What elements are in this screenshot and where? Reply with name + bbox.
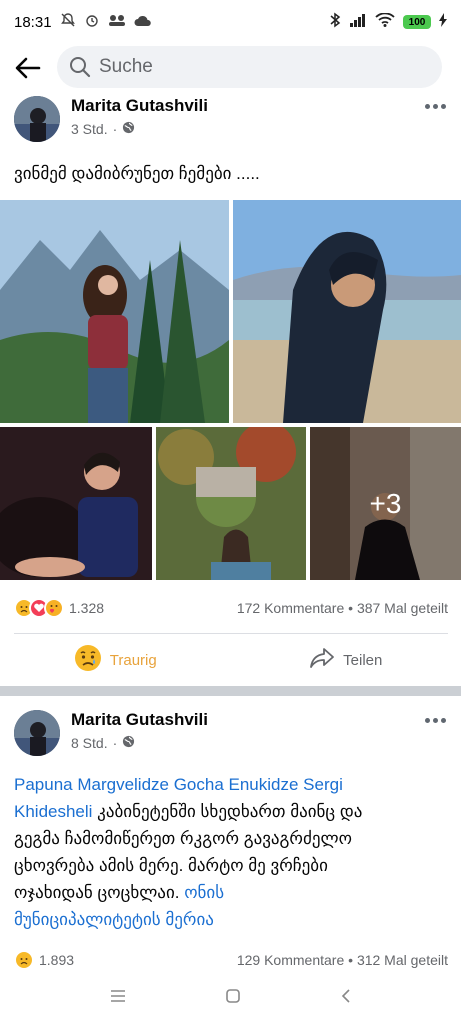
alarm-icon	[84, 12, 100, 32]
sad-reaction-icon	[14, 950, 34, 970]
post-text-line: გეგმა ჩამომიწერეთ რკგორ გავაგრძელო	[14, 829, 352, 848]
post-author[interactable]: Marita Gutashvili	[71, 710, 208, 730]
comments-count[interactable]: 172 Kommentare	[237, 600, 344, 616]
post-text: Papuna Margvelidze Gocha Enukidze Sergi …	[14, 771, 454, 933]
avatar[interactable]	[14, 710, 60, 756]
sad-reaction-icon	[74, 644, 102, 676]
search-icon	[70, 57, 91, 78]
bluetooth-icon	[329, 12, 341, 32]
post-header: Marita Gutashvili 8 Std. ·	[0, 710, 461, 766]
photo-5[interactable]: +3	[310, 427, 461, 580]
comments-shares-count[interactable]: 172 Kommentare • 387 Mal geteilt	[237, 600, 448, 616]
post-header: Marita Gutashvili 3 Std. ·	[0, 96, 461, 152]
mention-link[interactable]: Papuna Margvelidze Gocha Enukidze Sergi	[14, 775, 343, 794]
comments-shares-count[interactable]: 129 Kommentare • 312 Mal geteilt	[237, 952, 448, 968]
photo-2[interactable]	[233, 200, 461, 423]
back-arrow-icon	[15, 57, 41, 79]
photo-1[interactable]	[0, 200, 229, 423]
photo-4[interactable]	[156, 427, 306, 580]
post-actions: Traurig Teilen	[0, 634, 461, 686]
wifi-icon	[375, 12, 395, 31]
more-photos-overlay[interactable]: +3	[310, 427, 461, 580]
care-reaction-icon	[44, 598, 64, 618]
search-bar: Suche	[0, 46, 461, 90]
post-text-line: ოჯახიდან ცოცხლაი.	[14, 883, 185, 902]
shares-count[interactable]: 312 Mal geteilt	[357, 952, 448, 968]
cloud-icon	[134, 14, 152, 31]
mention-link[interactable]: Khidesheli	[14, 802, 92, 821]
post-text-line: ცხოვრება ამის მერე. მარტო მე ვრჩები	[14, 856, 328, 875]
system-nav-bar	[0, 972, 461, 1024]
globe-icon	[122, 121, 135, 137]
status-time: 18:31	[14, 13, 52, 31]
post-text-line: კაბინეტენში სხედხართ მაინც და	[92, 802, 363, 821]
post-time[interactable]: 8 Std.	[71, 735, 108, 751]
post-meta: 3 Std. ·	[71, 121, 135, 137]
feed-separator	[0, 686, 461, 696]
shares-count[interactable]: 387 Mal geteilt	[357, 600, 448, 616]
reactions-count: 1.328	[69, 600, 105, 616]
avatar[interactable]	[14, 96, 60, 142]
react-label: Traurig	[109, 651, 157, 669]
post-options-button[interactable]	[421, 96, 449, 116]
reactions-count: 1.893	[39, 952, 75, 968]
react-button[interactable]: Traurig	[0, 634, 231, 686]
battery-icon: 100	[403, 15, 431, 29]
home-icon[interactable]	[225, 988, 241, 1009]
share-label: Teilen	[343, 651, 383, 669]
post-2: Marita Gutashvili 8 Std. · Papuna Margve…	[0, 710, 461, 972]
post-options-button[interactable]	[421, 710, 449, 730]
globe-icon	[122, 735, 135, 751]
mute-icon	[60, 12, 76, 32]
back-nav-icon[interactable]	[340, 988, 352, 1009]
signal-icon	[349, 13, 367, 31]
mention-link[interactable]: ონის	[184, 883, 224, 902]
menu-icon[interactable]	[110, 989, 126, 1008]
mention-link[interactable]: მუნიციპალიტეტის მერია	[14, 910, 214, 929]
status-bar: 18:31 100	[0, 0, 461, 44]
reactions-summary[interactable]: 1.893 129 Kommentare • 312 Mal geteilt	[14, 948, 448, 972]
back-button[interactable]	[0, 46, 56, 90]
reactions-summary[interactable]: 1.328 172 Kommentare • 387 Mal geteilt	[14, 596, 448, 620]
share-button[interactable]: Teilen	[231, 634, 461, 686]
post-author[interactable]: Marita Gutashvili	[71, 96, 208, 116]
photo-3[interactable]	[0, 427, 152, 580]
charging-icon	[439, 13, 447, 31]
comments-count[interactable]: 129 Kommentare	[237, 952, 344, 968]
post-text: ვინმემ დამიბრუნეთ ჩემები .....	[14, 164, 260, 183]
community-icon	[108, 13, 126, 31]
post-time[interactable]: 3 Std.	[71, 121, 108, 137]
post-meta: 8 Std. ·	[71, 735, 135, 751]
post-1: Marita Gutashvili 3 Std. · ვინმემ დამიბრ…	[0, 96, 461, 686]
share-icon	[309, 646, 335, 674]
search-placeholder: Suche	[99, 56, 153, 77]
search-input[interactable]: Suche	[57, 46, 442, 88]
